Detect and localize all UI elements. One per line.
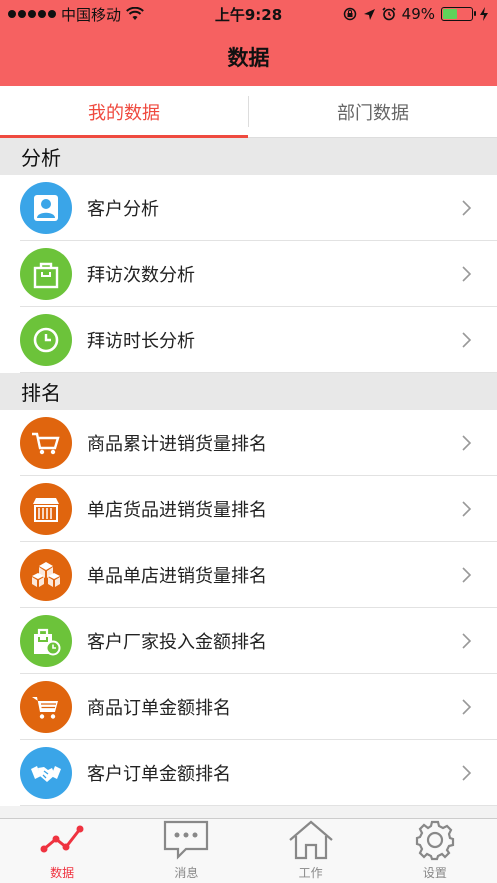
signal-icon [8,10,56,18]
store-icon [20,483,72,535]
wifi-icon [126,7,144,20]
person-icon [20,182,72,234]
tabbar-label: 设置 [422,866,447,880]
chevron-right-icon [462,200,472,216]
list-item-visit-count-analysis[interactable]: 拜访次数分析 [0,241,497,307]
tabbar-item-settings[interactable]: 设置 [373,819,497,883]
list-item-label: 单品单店进销货量排名 [87,566,267,587]
segment-tabs: 我的数据 部门数据 [0,86,497,138]
handshake-icon [20,747,72,799]
chevron-right-icon [462,435,472,451]
alarm-icon [382,7,396,21]
tabbar-item-messages[interactable]: 消息 [124,819,248,883]
list-item-visit-duration-analysis[interactable]: 拜访时长分析 [0,307,497,373]
list-item-store-goods-ranking[interactable]: 单店货品进销货量排名 [0,476,497,542]
tabbar-label: 消息 [174,866,199,880]
location-arrow-icon [363,8,375,20]
list-item-label: 客户分析 [87,199,159,220]
gear-icon [415,820,454,861]
list-item-product-order-amount-ranking[interactable]: 商品订单金额排名 [0,674,497,740]
tab-label: 部门数据 [337,102,409,124]
section-header-ranking: 排名 [0,373,497,410]
chat-bubble-icon [164,820,209,860]
tab-my-data[interactable]: 我的数据 [0,86,248,138]
chevron-right-icon [462,332,472,348]
tabbar-label: 工作 [298,866,323,880]
chevron-right-icon [462,699,472,715]
chart-line-icon [40,825,84,853]
list-item-label: 商品累计进销货量排名 [87,434,267,455]
cart-icon [20,417,72,469]
carrier-name: 中国移动 [61,5,122,24]
tab-label: 我的数据 [88,102,160,124]
boxes-icon [20,549,72,601]
top-header: 中国移动 上午9:28 49% 数据 [0,0,497,86]
chevron-right-icon [462,633,472,649]
bag-icon [20,248,72,300]
status-bar: 中国移动 上午9:28 49% [0,0,497,28]
list-item-label: 客户订单金额排名 [87,764,231,785]
list-item-customer-vendor-investment-ranking[interactable]: 客户厂家投入金额排名 [0,608,497,674]
rotation-lock-icon [343,7,356,21]
list-item-label: 拜访次数分析 [87,265,195,286]
shopping-bag-clock-icon [20,615,72,667]
tabbar-item-data[interactable]: 数据 [0,819,124,883]
battery-icon [441,7,476,21]
tabbar-item-work[interactable]: 工作 [249,819,373,883]
basket-icon [20,681,72,733]
list-item-label: 单店货品进销货量排名 [87,500,267,521]
list-item-label: 商品订单金额排名 [87,698,231,719]
battery-percent: 49% [401,5,435,23]
list-item-customer-analysis[interactable]: 客户分析 [0,175,497,241]
chevron-right-icon [462,567,472,583]
section-header-analysis: 分析 [0,138,497,175]
data-list: 分析 客户分析 拜访次数分析 拜访时长分析 排名 商品累计进销货量排名 单店货品 [0,138,497,818]
bottom-tab-bar: 数据 消息 工作 设置 [0,818,497,883]
chevron-right-icon [462,765,472,781]
page-title: 数据 [227,46,270,70]
list-item-customer-order-amount-ranking[interactable]: 客户订单金额排名 [0,740,497,806]
list-item-label: 拜访时长分析 [87,331,195,352]
tabbar-label: 数据 [50,866,75,880]
charging-bolt-icon [480,7,488,21]
tab-department-data[interactable]: 部门数据 [249,86,497,137]
clock-icon [20,314,72,366]
list-item-product-cumulative-ranking[interactable]: 商品累计进销货量排名 [0,410,497,476]
chevron-right-icon [462,266,472,282]
list-item-label: 客户厂家投入金额排名 [87,632,267,653]
home-icon [288,820,333,860]
list-item-single-product-store-ranking[interactable]: 单品单店进销货量排名 [0,542,497,608]
chevron-right-icon [462,501,472,517]
